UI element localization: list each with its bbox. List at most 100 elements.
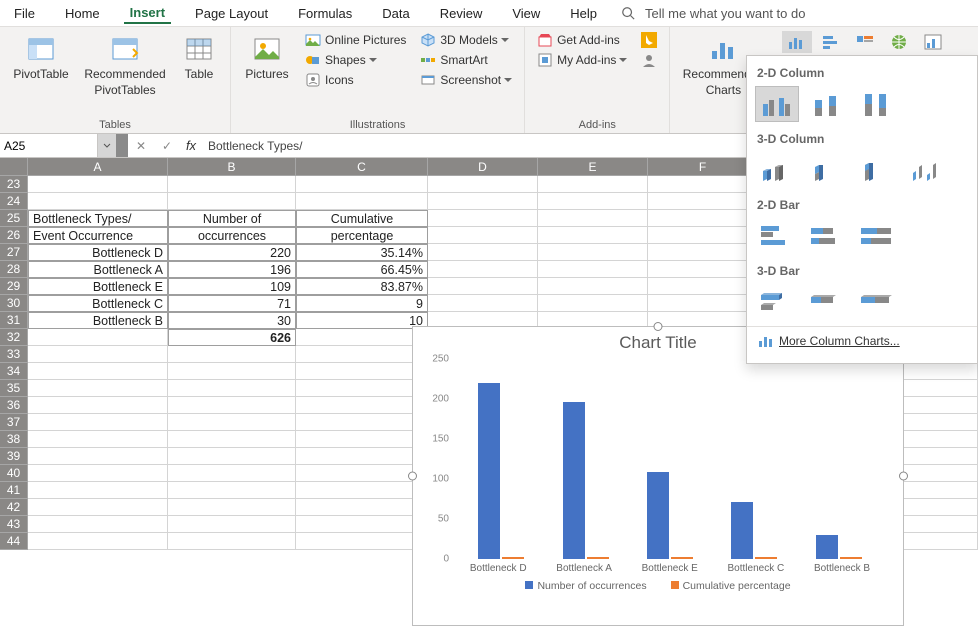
- cell[interactable]: Bottleneck C: [28, 295, 168, 312]
- icons-button[interactable]: Icons: [301, 71, 410, 89]
- cell[interactable]: [168, 431, 296, 448]
- cell[interactable]: [648, 193, 758, 210]
- cell[interactable]: [648, 244, 758, 261]
- cell[interactable]: 30: [168, 312, 296, 329]
- 3d-clustered-column-thumb[interactable]: [755, 152, 799, 188]
- cell[interactable]: [428, 176, 538, 193]
- cell[interactable]: [428, 210, 538, 227]
- column-chart-dropdown[interactable]: [782, 31, 812, 53]
- row-header[interactable]: 32: [0, 329, 28, 346]
- row-header[interactable]: 37: [0, 414, 28, 431]
- row-header[interactable]: 36: [0, 397, 28, 414]
- cell[interactable]: [538, 210, 648, 227]
- cell[interactable]: [168, 516, 296, 533]
- cell[interactable]: 9: [296, 295, 428, 312]
- 3d-column-thumb[interactable]: [905, 152, 949, 188]
- row-header[interactable]: 42: [0, 499, 28, 516]
- row-header[interactable]: 24: [0, 193, 28, 210]
- stacked-bar-thumb[interactable]: [805, 218, 849, 254]
- recommended-pivottables-button[interactable]: Recommended PivotTables: [80, 31, 170, 99]
- cell[interactable]: Bottleneck E: [28, 278, 168, 295]
- online-pictures-button[interactable]: Online Pictures: [301, 31, 410, 49]
- confirm-formula-button[interactable]: ✓: [154, 134, 180, 157]
- bar-group[interactable]: [470, 383, 532, 559]
- cell[interactable]: 626: [168, 329, 296, 346]
- cell[interactable]: Bottleneck B: [28, 312, 168, 329]
- cell[interactable]: [168, 414, 296, 431]
- cell[interactable]: [428, 261, 538, 278]
- cell[interactable]: [538, 193, 648, 210]
- menu-review[interactable]: Review: [434, 4, 489, 23]
- cell[interactable]: [428, 244, 538, 261]
- cell[interactable]: [28, 482, 168, 499]
- cell[interactable]: Number of: [168, 210, 296, 227]
- bar-group[interactable]: [808, 535, 870, 559]
- cell[interactable]: [168, 482, 296, 499]
- row-header[interactable]: 33: [0, 346, 28, 363]
- cell[interactable]: [296, 380, 428, 397]
- cell[interactable]: [168, 363, 296, 380]
- chart-plot-area[interactable]: 050100150200250: [455, 359, 885, 559]
- cell[interactable]: 71: [168, 295, 296, 312]
- cell[interactable]: [296, 448, 428, 465]
- more-column-charts-button[interactable]: More Column Charts...: [747, 326, 977, 355]
- smartart-button[interactable]: SmartArt: [416, 51, 516, 69]
- cell[interactable]: [28, 380, 168, 397]
- people-button[interactable]: [637, 51, 661, 69]
- row-header[interactable]: 28: [0, 261, 28, 278]
- table-button[interactable]: Table: [176, 31, 222, 83]
- pictures-button[interactable]: Pictures: [239, 31, 295, 83]
- bing-button[interactable]: [637, 31, 661, 49]
- menu-insert[interactable]: Insert: [124, 3, 171, 24]
- cell[interactable]: [168, 380, 296, 397]
- column-header[interactable]: A: [28, 158, 168, 176]
- shapes-button[interactable]: Shapes: [301, 51, 410, 69]
- name-box-input[interactable]: [4, 139, 93, 153]
- 3d-models-button[interactable]: 3D Models: [416, 31, 516, 49]
- cell[interactable]: [28, 414, 168, 431]
- menu-view[interactable]: View: [506, 4, 546, 23]
- row-header[interactable]: 26: [0, 227, 28, 244]
- cell[interactable]: [296, 346, 428, 363]
- menu-pagelayout[interactable]: Page Layout: [189, 4, 274, 23]
- cell[interactable]: [296, 193, 428, 210]
- cell[interactable]: [296, 516, 428, 533]
- cell[interactable]: [296, 499, 428, 516]
- row-header[interactable]: 38: [0, 431, 28, 448]
- cell[interactable]: [168, 465, 296, 482]
- select-all-corner[interactable]: [0, 158, 28, 176]
- cell[interactable]: [28, 329, 168, 346]
- cell[interactable]: [168, 193, 296, 210]
- cell[interactable]: [538, 295, 648, 312]
- row-header[interactable]: 35: [0, 380, 28, 397]
- column-header[interactable]: E: [538, 158, 648, 176]
- stacked-column-thumb[interactable]: [805, 86, 849, 122]
- menu-home[interactable]: Home: [59, 4, 106, 23]
- row-header[interactable]: 25: [0, 210, 28, 227]
- bar-group[interactable]: [723, 502, 785, 559]
- cell[interactable]: 220: [168, 244, 296, 261]
- cell[interactable]: [538, 244, 648, 261]
- cell[interactable]: Event Occurrence: [28, 227, 168, 244]
- cell[interactable]: [28, 465, 168, 482]
- map-chart-dropdown[interactable]: [884, 31, 914, 53]
- cell[interactable]: [296, 176, 428, 193]
- tell-me-search[interactable]: Tell me what you want to do: [621, 4, 811, 23]
- row-header[interactable]: 34: [0, 363, 28, 380]
- cell[interactable]: [296, 482, 428, 499]
- name-box-dropdown[interactable]: [98, 134, 116, 157]
- cell[interactable]: Bottleneck D: [28, 244, 168, 261]
- clustered-bar-thumb[interactable]: [755, 218, 799, 254]
- name-box-expand[interactable]: [116, 134, 128, 157]
- cell[interactable]: [28, 448, 168, 465]
- row-header[interactable]: 27: [0, 244, 28, 261]
- cell[interactable]: 66.45%: [296, 261, 428, 278]
- resize-handle-right[interactable]: [899, 472, 908, 481]
- 3d-stacked-column-thumb[interactable]: [805, 152, 849, 188]
- embedded-chart[interactable]: Chart Title 050100150200250 Bottleneck D…: [412, 326, 904, 626]
- cell[interactable]: [296, 414, 428, 431]
- get-addins-button[interactable]: Get Add-ins: [533, 31, 631, 49]
- pivot-chart-dropdown[interactable]: [918, 31, 948, 53]
- cell[interactable]: [648, 278, 758, 295]
- cell[interactable]: [296, 329, 428, 346]
